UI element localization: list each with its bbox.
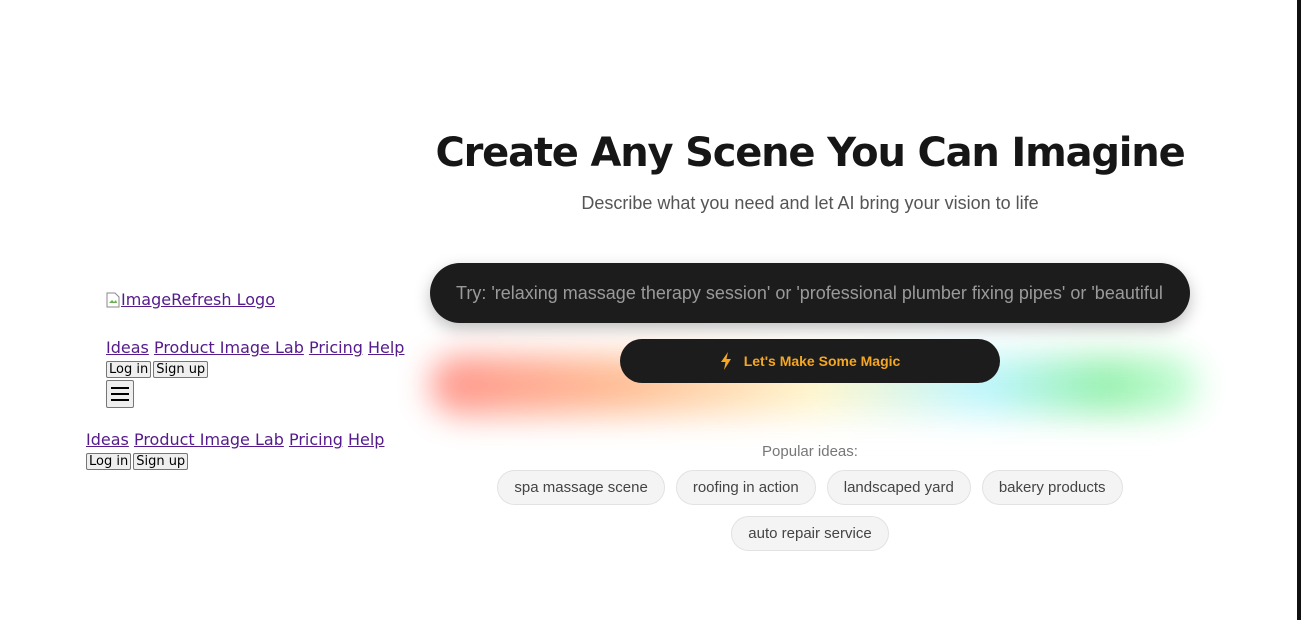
hamburger-icon-bar xyxy=(111,393,129,395)
idea-chip[interactable]: spa massage scene xyxy=(497,470,665,505)
lightning-icon xyxy=(720,352,731,370)
window-edge xyxy=(1297,0,1301,620)
generate-button[interactable]: Let's Make Some Magic xyxy=(620,339,1000,383)
nav-link-product-image-lab[interactable]: Product Image Lab xyxy=(154,338,304,357)
idea-chips: spa massage scene roofing in action land… xyxy=(470,470,1150,551)
signup-button[interactable]: Sign up xyxy=(153,361,209,378)
nav-link-ideas[interactable]: Ideas xyxy=(106,338,149,357)
nav-link-pricing[interactable]: Pricing xyxy=(309,338,363,357)
prompt-container xyxy=(430,263,1190,323)
broken-image-icon xyxy=(106,292,120,308)
hamburger-icon xyxy=(111,387,129,389)
idea-chip[interactable]: bakery products xyxy=(981,470,1123,505)
popular-ideas-label: Popular ideas: xyxy=(762,443,858,460)
login-button[interactable]: Log in xyxy=(106,361,152,378)
hamburger-icon-bar xyxy=(111,399,129,401)
prompt-input[interactable] xyxy=(454,281,1166,305)
mobile-signup-button[interactable]: Sign up xyxy=(133,453,189,470)
mobile-nav-link-ideas[interactable]: Ideas xyxy=(86,430,129,449)
top-nav: Ideas Product Image Lab Pricing Help xyxy=(106,338,404,357)
mobile-nav-link-product-image-lab[interactable]: Product Image Lab xyxy=(134,430,284,449)
mobile-nav-link-help[interactable]: Help xyxy=(348,430,384,449)
idea-chip[interactable]: roofing in action xyxy=(675,470,816,505)
idea-chip[interactable]: auto repair service xyxy=(731,516,889,551)
page-title: Create Any Scene You Can Imagine xyxy=(435,130,1185,176)
page-subtitle: Describe what you need and let AI bring … xyxy=(581,193,1039,213)
idea-chip[interactable]: landscaped yard xyxy=(826,470,971,505)
mobile-login-button[interactable]: Log in xyxy=(86,453,132,470)
mobile-nav: Ideas Product Image Lab Pricing Help xyxy=(86,430,384,449)
top-auth-buttons: Log in Sign up xyxy=(106,361,209,378)
mobile-auth-buttons: Log in Sign up xyxy=(86,453,189,470)
nav-link-help[interactable]: Help xyxy=(368,338,404,357)
menu-toggle-button[interactable] xyxy=(106,380,134,408)
generate-button-label: Let's Make Some Magic xyxy=(743,353,901,369)
logo-link[interactable]: ImageRefresh Logo xyxy=(106,290,275,309)
mobile-nav-link-pricing[interactable]: Pricing xyxy=(289,430,343,449)
logo-alt-text: ImageRefresh Logo xyxy=(121,290,275,309)
